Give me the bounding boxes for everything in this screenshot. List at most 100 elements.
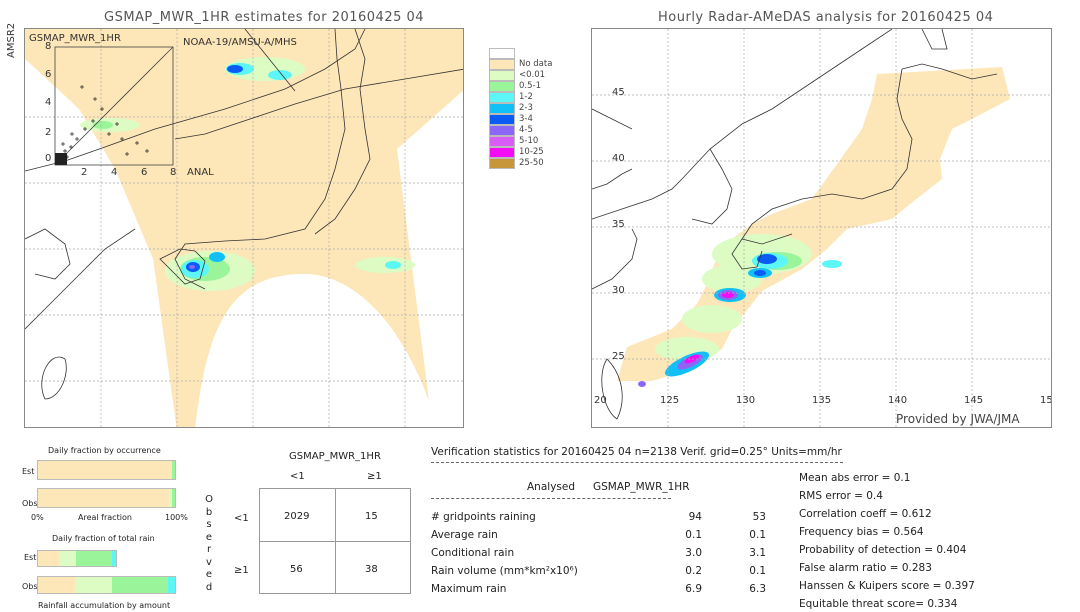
occurrence-est-bar	[37, 460, 176, 480]
gsmap-map-graphic	[25, 29, 463, 427]
legend-swatch	[489, 114, 515, 125]
legend-label: 4-5	[519, 125, 533, 135]
inset-y-tick: 8	[45, 41, 52, 52]
total-rain-est-segment	[112, 551, 116, 566]
inset-x-tick: 2	[81, 167, 88, 178]
legend-swatch	[489, 158, 515, 169]
inset-x-tick: 8	[170, 167, 177, 178]
stat-analysed-value: 0.1	[685, 529, 702, 541]
total-rain-est-bar	[37, 550, 117, 567]
lat-label: 35	[612, 219, 625, 230]
contingency-col-header: GSMAP_MWR_1HR	[289, 451, 381, 462]
stat-label: Average rain	[431, 529, 498, 541]
total-rain-obs-segment	[111, 577, 169, 593]
score-line: Correlation coeff = 0.612	[799, 508, 932, 520]
contingency-row-label: ≥1	[234, 565, 249, 576]
inset-x-tick: 4	[111, 167, 118, 178]
total-rain-obs-segment	[168, 577, 175, 593]
columns-divider	[431, 498, 671, 499]
score-line: Mean abs error = 0.1	[799, 472, 911, 484]
stat-model-value: 6.3	[749, 583, 766, 595]
observed-letter: s	[206, 519, 212, 530]
lat-label: 40	[612, 153, 625, 164]
stat-analysed-value: 0.2	[685, 565, 702, 577]
inset-y-tick: 4	[45, 97, 52, 108]
observed-letter: e	[205, 531, 213, 543]
legend-label: 5-10	[519, 136, 539, 146]
observed-vertical-label: Observed	[204, 494, 214, 594]
total-rain-obs-bar	[37, 576, 176, 594]
total-rain-est-label: Est	[24, 553, 37, 562]
occurrence-obs-segment	[172, 489, 175, 507]
stat-label: Conditional rain	[431, 547, 515, 559]
total-rain-obs-segment	[38, 577, 75, 593]
stat-model-value: 3.1	[749, 547, 766, 559]
contingency-cell: 15	[365, 511, 378, 522]
contingency-col-label: <1	[290, 471, 305, 482]
contingency-cell: 2029	[284, 511, 310, 522]
stat-model-value: 0.1	[749, 529, 766, 541]
score-line: Probability of detection = 0.404	[799, 544, 967, 556]
contingency-row-label: <1	[234, 513, 249, 524]
right-map-title: Hourly Radar-AMeDAS analysis for 2016042…	[658, 10, 994, 25]
contingency-table: 2029 15 56 38	[259, 488, 411, 594]
legend-swatch	[489, 59, 515, 70]
data-credit: Provided by JWA/JMA	[896, 412, 1020, 426]
total-rain-obs-segment	[74, 577, 112, 593]
legend-label: 3-4	[519, 114, 533, 124]
sensor-label: NOAA-19/AMSU-A/MHS	[183, 37, 297, 48]
occurrence-title: Daily fraction by occurrence	[48, 446, 161, 455]
occurrence-est-segment	[172, 461, 175, 479]
lon-label: 130	[736, 395, 756, 406]
left-map-title: GSMAP_MWR_1HR estimates for 20160425 04	[104, 10, 425, 25]
lon-label: 135	[812, 395, 832, 406]
legend-swatch	[489, 103, 515, 114]
legend-label: <0.01	[519, 70, 546, 80]
lat-label: 45	[612, 87, 625, 98]
score-line: Frequency bias = 0.564	[799, 526, 924, 538]
col-model: GSMAP_MWR_1HR	[593, 481, 690, 493]
lat-label: 25	[612, 351, 625, 362]
total-rain-est-segment	[38, 551, 59, 566]
total-rain-est-segment	[58, 551, 77, 566]
legend-label: 10-25	[519, 147, 544, 157]
occurrence-obs-bar	[37, 488, 176, 508]
header-divider	[431, 462, 843, 463]
stat-model-value: 0.1	[749, 565, 766, 577]
stat-model-value: 53	[752, 511, 766, 523]
observed-letter: e	[205, 569, 213, 580]
occurrence-axis-left: 0%	[31, 513, 44, 522]
observed-letter: r	[206, 544, 212, 555]
observed-letter: d	[205, 581, 213, 593]
inset-y-tick: 2	[45, 127, 52, 138]
occurrence-axis-label: Areal fraction	[78, 513, 132, 522]
legend-label: 2-3	[519, 103, 533, 113]
score-line: RMS error = 0.4	[799, 490, 883, 502]
inset-x-label: ANAL	[187, 167, 214, 178]
legend-swatch	[489, 147, 515, 158]
occurrence-est-label: Est	[22, 467, 35, 476]
lon-label: 140	[888, 395, 908, 406]
stat-analysed-value: 3.0	[685, 547, 702, 559]
lat-label: 20	[594, 395, 607, 406]
col-analysed: Analysed	[527, 481, 575, 493]
legend-swatch	[489, 48, 515, 59]
inset-y-tick: 0	[45, 153, 52, 164]
score-line: Equitable threat score= 0.334	[799, 598, 958, 610]
occurrence-est-segment	[38, 461, 172, 479]
observed-letter: b	[205, 506, 213, 518]
score-line: Hanssen & Kuipers score = 0.397	[799, 580, 975, 592]
observed-letter: O	[205, 494, 213, 505]
legend-swatch	[489, 92, 515, 103]
inset-x-tick: 6	[141, 167, 148, 178]
total-rain-footer: Rainfall accumulation by amount	[38, 601, 171, 610]
stat-label: Maximum rain	[431, 583, 507, 595]
total-rain-est-segment	[76, 551, 113, 566]
verification-header: Verification statistics for 20160425 04 …	[431, 446, 842, 458]
total-rain-obs-label: Obs	[22, 582, 38, 591]
radar-map-graphic	[592, 29, 1051, 427]
legend-label: No data	[519, 59, 553, 69]
score-line: False alarm ratio = 0.283	[799, 562, 932, 574]
inset-title: GSMAP_MWR_1HR	[29, 33, 121, 44]
observed-letter: v	[206, 556, 212, 568]
